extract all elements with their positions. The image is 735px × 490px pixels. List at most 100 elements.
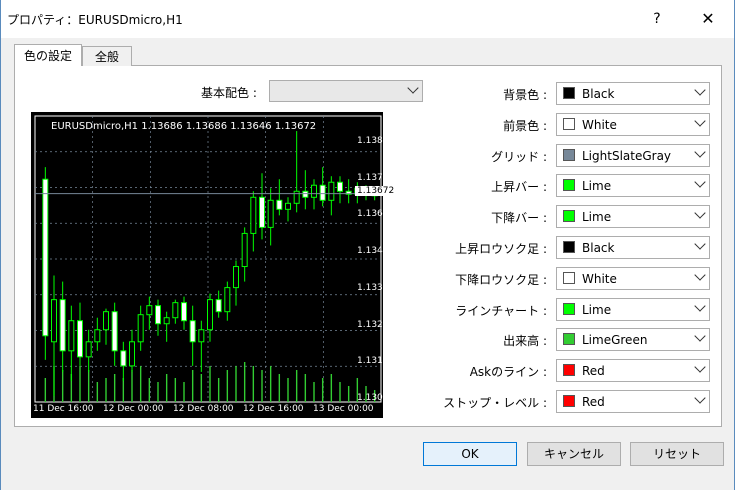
candle-down [302, 190, 309, 198]
color-swatch [563, 364, 575, 376]
tab-colors[interactable]: 色の設定 [14, 44, 82, 66]
help-button[interactable]: ? [637, 4, 677, 34]
color-select[interactable]: Lime [556, 205, 710, 228]
candle-up [172, 302, 179, 319]
candle-down [120, 350, 127, 367]
color-swatch [563, 241, 575, 253]
candle-up [293, 190, 300, 204]
color-select[interactable]: Black [556, 236, 710, 259]
color-select[interactable]: Lime [556, 174, 710, 197]
color-select[interactable]: Red [556, 390, 710, 413]
chevron-down-icon [407, 82, 419, 94]
candle-up [137, 314, 144, 343]
candle-up [85, 341, 92, 358]
chart-canvas [34, 115, 382, 403]
color-select-value: Black [582, 241, 615, 255]
color-select[interactable]: Lime [556, 298, 710, 321]
color-select[interactable]: Red [556, 359, 710, 382]
tab-general[interactable]: 全般 [82, 46, 132, 66]
chevron-down-icon [694, 115, 706, 127]
reset-button[interactable]: リセット [630, 442, 724, 466]
color-row-label: 下降バー : [491, 211, 547, 225]
candle-up [328, 181, 335, 201]
color-row-label: 上昇ロウソク足 : [455, 242, 547, 256]
candle-up [68, 320, 75, 352]
candle-up [241, 232, 248, 268]
color-select-value: Red [582, 395, 605, 409]
y-tick-label: 1.13835 [357, 136, 395, 146]
candle-down [189, 320, 196, 343]
color-select-value: White [582, 118, 617, 132]
candle-up [250, 196, 257, 234]
color-scheme-select[interactable] [269, 80, 423, 102]
color-swatch [563, 87, 575, 99]
chevron-down-icon [694, 361, 706, 373]
color-swatch [563, 303, 575, 315]
color-select[interactable]: White [556, 267, 710, 290]
chevron-down-icon [694, 207, 706, 219]
candle-down [181, 302, 187, 322]
y-tick-label: 1.13150 [357, 356, 395, 366]
candle-up [198, 329, 205, 343]
current-price-label: 1.13672 [355, 186, 397, 196]
y-tick-label: 1.13610 [357, 209, 395, 219]
candle-down [77, 320, 83, 358]
color-select-value: Lime [582, 179, 612, 193]
y-tick-label: 1.13040 [357, 393, 395, 403]
ok-button[interactable]: OK [423, 442, 517, 466]
properties-dialog: プロパティ：EURUSDmicro,H1 ? ✕ 色の設定 全般 基本配色 : … [0, 0, 735, 490]
color-select-value: Red [582, 364, 605, 378]
chart-caption: EURUSDmicro,H1 1.13686 1.13686 1.13646 1… [51, 121, 317, 132]
candle-up [311, 184, 317, 198]
color-row-label: 前景色 : [503, 119, 547, 133]
x-tick-label: 13 Dec 00:00 [313, 404, 374, 414]
y-tick-label: 1.13495 [357, 246, 395, 256]
color-row-label: グリッド : [491, 150, 547, 164]
color-swatch [563, 118, 575, 130]
color-row-label: ストップ・レベル : [443, 396, 547, 410]
chart-preview: EURUSDmicro,H1 1.13686 1.13686 1.13646 1… [31, 112, 383, 418]
color-row-label: Askのライン : [469, 365, 547, 379]
x-tick-label: 11 Dec 16:00 [33, 404, 94, 414]
color-select-value: Black [582, 87, 615, 101]
chevron-down-icon [694, 269, 706, 281]
color-select-value: Lime [582, 303, 612, 317]
color-row-label: 上昇バー : [491, 180, 547, 194]
candle-up [224, 287, 231, 313]
candle-up [163, 317, 170, 325]
color-swatch [563, 210, 575, 222]
x-tick-label: 12 Dec 00:00 [103, 404, 164, 414]
cancel-button[interactable]: キャンセル [527, 442, 621, 466]
chevron-down-icon [694, 330, 706, 342]
color-select[interactable]: White [556, 113, 710, 136]
candle-down [259, 196, 265, 228]
x-tick-label: 12 Dec 16:00 [243, 404, 304, 414]
color-row-label: 出来高 : [503, 334, 547, 348]
candle-up [267, 199, 274, 228]
close-button[interactable]: ✕ [685, 4, 731, 34]
color-select[interactable]: LightSlateGray [556, 144, 710, 167]
color-select-value: Lime [582, 210, 612, 224]
candle-down [111, 311, 118, 352]
color-select-value: White [582, 272, 617, 286]
chevron-down-icon [694, 238, 706, 250]
y-tick-label: 1.13725 [357, 173, 395, 183]
y-tick-label: 1.13380 [357, 283, 395, 293]
candle-up [285, 202, 291, 210]
color-select[interactable]: LimeGreen [556, 328, 710, 351]
candle-up [233, 266, 239, 289]
candle-down [276, 199, 283, 210]
chevron-down-icon [694, 84, 706, 96]
candle-up [129, 341, 135, 367]
color-swatch [563, 179, 575, 191]
x-tick-label: 12 Dec 08:00 [173, 404, 234, 414]
color-select-value: LightSlateGray [582, 149, 672, 163]
color-swatch [563, 395, 575, 407]
chevron-down-icon [694, 300, 706, 312]
color-scheme-label: 基本配色 : [201, 86, 257, 100]
title-bar[interactable]: プロパティ：EURUSDmicro,H1 ? ✕ [1, 0, 734, 38]
color-select[interactable]: Black [556, 82, 710, 105]
chevron-down-icon [694, 176, 706, 188]
color-swatch [563, 333, 575, 345]
chevron-down-icon [694, 392, 706, 404]
